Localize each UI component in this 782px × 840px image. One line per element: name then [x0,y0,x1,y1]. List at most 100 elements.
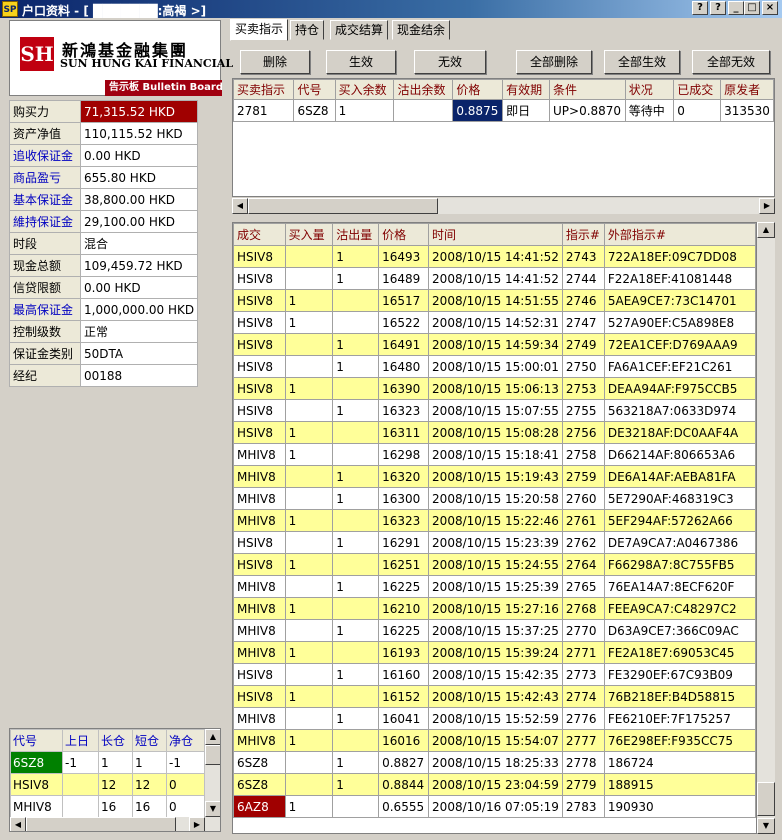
scroll-down-icon[interactable]: ▼ [757,818,775,834]
column-header[interactable]: 短仓 [132,729,167,752]
trade-row[interactable]: HSIV8 1 16160 2008/10/15 15:42:35 2773 FE3290… [233,663,756,686]
scroll-right-icon[interactable]: ▶ [189,817,205,831]
account-value: 1,000,000.00 HKD [79,298,199,321]
scroll-thumb[interactable] [248,198,438,214]
trade-cell: 1 [332,333,380,356]
trade-cell: 2008/10/15 15:52:59 [428,707,563,730]
tab-positions[interactable]: 持仓 [290,20,325,40]
trade-cell: 527A90EF:C5A898E8 [603,311,756,334]
trade-cell: HSIV8 [233,245,286,268]
trade-row[interactable]: HSIV8 1 16491 2008/10/15 14:59:34 2749 72EA1C… [233,333,756,356]
tab-orders[interactable]: 买卖指示 [230,19,289,41]
column-header[interactable]: 买入量 [284,223,334,246]
trade-row[interactable]: MHIV8 1 16210 2008/10/15 15:27:16 2768 FEEA9C… [233,597,756,620]
column-header[interactable]: 代号 [10,729,63,752]
trade-row[interactable]: HSIV8 1 16489 2008/10/15 14:41:52 2744 F22A18… [233,267,756,290]
trade-row[interactable]: HSIV8 1 16311 2008/10/15 15:08:28 2756 DE3218… [233,421,756,444]
scroll-thumb[interactable] [757,782,775,816]
column-header[interactable]: 上日 [62,729,99,752]
trade-row[interactable]: HSIV8 1 16480 2008/10/15 15:00:01 2750 FA6A1C… [233,355,756,378]
trade-cell: 2008/10/15 15:22:46 [428,509,563,532]
scroll-up-icon[interactable]: ▲ [757,222,775,238]
order-price-cell[interactable]: 0.8875 [452,99,504,122]
column-header[interactable]: 原发者 [720,79,774,100]
trade-row[interactable]: MHIV8 1 16298 2008/10/15 15:18:41 2758 D66214… [233,443,756,466]
delete-button[interactable]: 删除 [240,50,310,74]
column-header[interactable]: 外部指示# [603,223,756,246]
maximize-button[interactable]: □ [744,1,760,15]
trade-row[interactable]: MHIV8 1 16300 2008/10/15 15:20:58 2760 5E7290… [233,487,756,510]
trade-row[interactable]: MHIV8 1 16193 2008/10/15 15:39:24 2771 FE2A18… [233,641,756,664]
positions-vscrollbar[interactable]: ▲ ▼ [205,729,220,817]
column-header[interactable]: 状况 [624,79,675,100]
position-row[interactable]: MHIV8 16 16 0 [10,795,205,818]
help-button[interactable]: ? [710,1,726,15]
trade-row[interactable]: HSIV8 1 16152 2008/10/15 15:42:43 2774 76B218… [233,685,756,708]
deactivate-button[interactable]: 无效 [414,50,486,74]
scroll-right-icon[interactable]: ▶ [759,198,775,214]
position-row[interactable]: 6SZ8 -1 1 1 -1 [10,751,205,774]
position-row[interactable]: HSIV8 12 12 0 [10,773,205,796]
trade-cell [332,311,380,334]
order-row[interactable]: 2781 6SZ8 1 0.8875 即日 UP>0.8870 等待中 0 313530 [233,99,774,122]
pin-button[interactable]: ? [692,1,708,15]
trade-row[interactable]: MHIV8 1 16225 2008/10/15 15:37:25 2770 D63A9C… [233,619,756,642]
delete-all-button[interactable]: 全部删除 [516,50,592,74]
trade-row[interactable]: HSIV8 1 16390 2008/10/15 15:06:13 2753 DEAA94… [233,377,756,400]
column-header[interactable]: 有效期 [502,79,550,100]
column-header[interactable]: 沽出量 [332,223,380,246]
trade-row[interactable]: HSIV8 1 16323 2008/10/15 15:07:55 2755 563218… [233,399,756,422]
column-header[interactable]: 价格 [378,223,430,246]
column-header[interactable]: 指示# [561,223,605,246]
trade-row[interactable]: MHIV8 1 16016 2008/10/15 15:54:07 2777 76E298… [233,729,756,752]
column-header[interactable]: 沽出余数 [393,79,454,100]
scroll-left-icon[interactable]: ◀ [10,817,26,831]
scroll-left-icon[interactable]: ◀ [232,198,248,214]
trade-cell: 2008/10/15 15:20:58 [428,487,563,510]
order-hscrollbar[interactable]: ◀ ▶ [232,198,775,214]
trade-row[interactable]: 6AZ8 1 0.6555 2008/10/16 07:05:19 2783 190930 [233,795,756,818]
trade-cell: 1 [332,399,380,422]
column-header[interactable]: 买卖指示 [233,79,295,100]
tab-trade-settlement[interactable]: 成交结算 [330,20,389,40]
trade-cell: DE6A14AF:AEBA81FA [603,465,756,488]
column-header[interactable]: 净仓 [166,729,205,752]
trade-row[interactable]: MHIV8 1 16323 2008/10/15 15:22:46 2761 5EF294… [233,509,756,532]
activate-all-button[interactable]: 全部生效 [604,50,680,74]
trade-cell [284,333,334,356]
tab-cash-balance[interactable]: 现金结余 [392,20,451,40]
trade-cell: 2753 [561,377,605,400]
column-header[interactable]: 已成交 [673,79,722,100]
scroll-down-icon[interactable]: ▼ [205,801,220,817]
column-header[interactable]: 价格 [452,79,504,100]
trade-cell: FE6210EF:7F175257 [603,707,756,730]
scroll-up-icon[interactable]: ▲ [205,729,220,745]
trade-row[interactable]: MHIV8 1 16320 2008/10/15 15:19:43 2759 DE6A14… [233,465,756,488]
account-panel: SH 新鴻基金融集團 SUN HUNG KAI FINANCIAL 告示板 Bu… [0,18,233,840]
trade-cell: F22A18EF:41081448 [603,267,756,290]
column-header[interactable]: 买入余数 [334,79,395,100]
scroll-thumb[interactable] [26,817,176,831]
trade-row[interactable]: HSIV8 1 16251 2008/10/15 15:24:55 2764 F66298… [233,553,756,576]
column-header[interactable]: 成交 [233,223,286,246]
trade-row[interactable]: 6SZ8 1 0.8827 2008/10/15 18:25:33 2778 186724 [233,751,756,774]
close-button[interactable]: × [762,1,778,15]
activate-button[interactable]: 生效 [326,50,396,74]
bulletin-board-link[interactable]: 告示板 Bulletin Board [105,80,222,96]
deactivate-all-button[interactable]: 全部无效 [692,50,770,74]
minimize-button[interactable]: _ [728,1,744,15]
trade-row[interactable]: 6SZ8 1 0.8844 2008/10/15 23:04:59 2779 188915 [233,773,756,796]
scroll-thumb[interactable] [205,745,220,765]
trade-vscrollbar[interactable]: ▲ ▼ [757,222,775,834]
trade-row[interactable]: HSIV8 1 16517 2008/10/15 14:51:55 2746 5AEA9C… [233,289,756,312]
column-header[interactable]: 长仓 [98,729,133,752]
positions-hscrollbar[interactable]: ◀ ▶ [10,817,220,831]
column-header[interactable]: 条件 [549,79,626,100]
column-header[interactable]: 时间 [428,223,563,246]
trade-row[interactable]: HSIV8 1 16522 2008/10/15 14:52:31 2747 527A90… [233,311,756,334]
trade-row[interactable]: HSIV8 1 16493 2008/10/15 14:41:52 2743 722A18… [233,245,756,268]
column-header[interactable]: 代号 [293,79,336,100]
trade-row[interactable]: MHIV8 1 16041 2008/10/15 15:52:59 2776 FE6210… [233,707,756,730]
trade-row[interactable]: HSIV8 1 16291 2008/10/15 15:23:39 2762 DE7A9C… [233,531,756,554]
trade-row[interactable]: MHIV8 1 16225 2008/10/15 15:25:39 2765 76EA14… [233,575,756,598]
